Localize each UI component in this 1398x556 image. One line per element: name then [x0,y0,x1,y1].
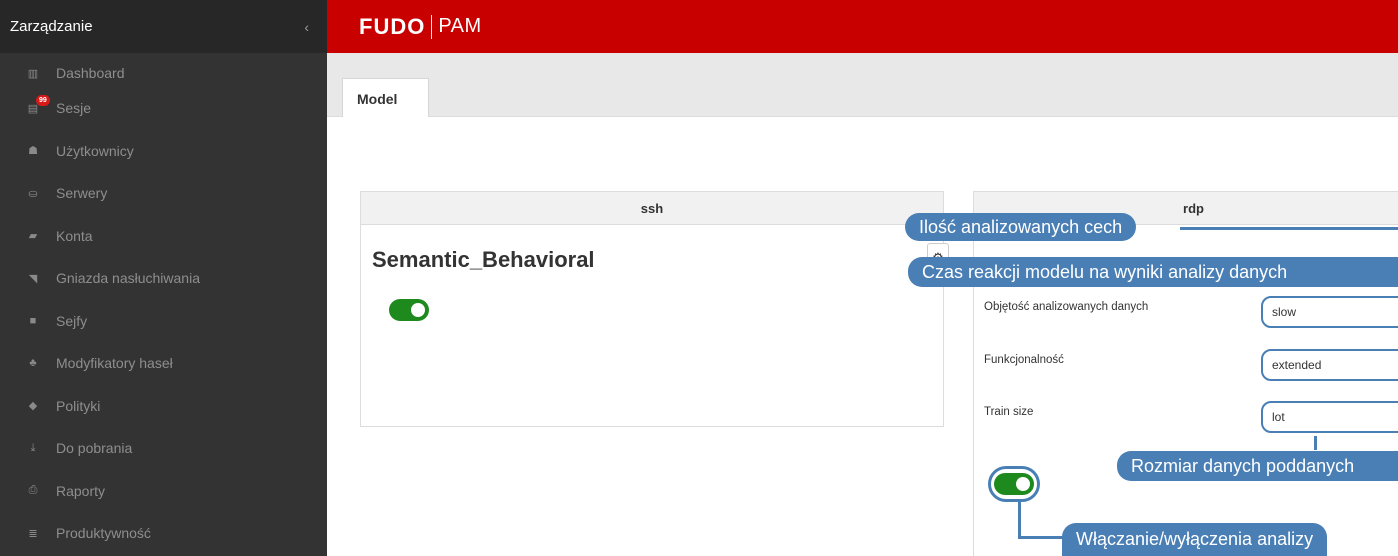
sidebar-item-label: Polityki [56,397,101,414]
sidebar-item-dashboard[interactable]: ▥ Dashboard [0,59,327,87]
book-icon: ▰ [28,230,38,243]
sessions-count-badge: 99 [36,95,50,106]
field-label-functionality: Funkcjonalność [984,354,1064,366]
sidebar-item-label: Serwery [56,185,108,202]
model-name: Semantic_Behavioral [372,247,595,272]
sidebar-item-label: Konta [56,227,93,244]
bar-chart-icon: ▥ [27,67,39,80]
sidebar-item-do-pobrania[interactable]: ⤓ Do pobrania [0,427,327,470]
sidebar-nav: ▥ Dashboard ▤ 99 Sesje ☗ Użytkownicy ⛀ S… [0,53,327,555]
sidebar-header: Zarządzanie ‹ [0,0,327,53]
callout-features: Ilość analizowanych cech [905,213,1137,241]
data-volume-select[interactable]: slow [1261,296,1398,328]
field-label-train-size: Train size [984,406,1034,418]
sidebar-item-produktywnosc[interactable]: ≣ Produktywność [0,512,327,555]
functionality-select[interactable]: extended [1261,349,1398,381]
shield-icon: ◆ [28,400,38,413]
logo-fudo[interactable]: FUDO [359,14,425,40]
callout-connector [1018,500,1021,538]
rdp-toggle-highlight [988,466,1040,502]
top-header: FUDO PAM [327,0,1398,53]
callout-connector [1180,227,1398,230]
sidebar-item-gniazda[interactable]: ◥ Gniazda nasłuchiwania [0,257,327,300]
sidebar-item-konta[interactable]: ▰ Konta [0,215,327,258]
sidebar-item-label: Dashboard [56,65,125,81]
sidebar-item-label: Produktywność [56,525,151,542]
list-icon: ≣ [28,527,38,540]
print-icon: ⎙ [28,484,38,497]
sidebar-item-sejfy[interactable]: ■ Sejfy [0,300,327,343]
safe-icon: ■ [29,314,37,327]
tab-model[interactable]: Model [342,78,429,118]
download-icon: ⤓ [30,441,36,454]
sidebar-item-label: Do pobrania [56,440,133,457]
sitemap-icon: ♣ [29,357,37,370]
sidebar-item-polityki[interactable]: ◆ Polityki [0,385,327,428]
logo-divider [431,14,433,39]
train-size-select[interactable]: lot [1261,401,1398,433]
sidebar-item-sesje[interactable]: ▤ 99 Sesje [0,87,327,130]
sidebar-item-label: Użytkownicy [56,142,134,159]
sidebar-item-label: Raporty [56,482,106,499]
callout-toggle: Włączanie/wyłączenia analizy [1062,523,1328,556]
ssh-panel: ssh Semantic_Behavioral ⚙ [360,191,949,427]
rss-icon: ◥ [28,272,38,285]
server-icon: ⛀ [28,187,38,200]
callout-train: Rozmiar danych poddanych [1117,451,1398,481]
ssh-enable-toggle[interactable] [389,299,429,321]
main-content: ssh Semantic_Behavioral ⚙ rdp Objętość a… [327,117,1398,556]
chevron-left-icon[interactable]: ‹ [304,19,309,35]
rdp-panel: rdp Objętość analizowanych danych slow F… [973,191,1398,556]
users-icon: ☗ [28,145,38,158]
tab-bar: Model [327,53,1398,118]
sidebar-title: Zarządzanie [10,18,93,35]
sidebar-item-label: Gniazda nasłuchiwania [56,270,200,287]
sidebar-item-label: Modyfikatory haseł [56,355,173,372]
sidebar-item-raporty[interactable]: ⎙ Raporty [0,470,327,513]
callout-reaction: Czas reakcji modelu na wyniki analizy da… [908,257,1398,287]
sidebar-item-label: Sesje [56,100,92,117]
logo-pam: PAM [438,15,482,37]
sidebar: Zarządzanie ‹ ▥ Dashboard ▤ 99 Sesje ☗ U… [0,0,327,556]
sidebar-item-serwery[interactable]: ⛀ Serwery [0,172,327,215]
sidebar-item-modyfikatory[interactable]: ♣ Modyfikatory haseł [0,342,327,385]
sidebar-item-uzytkownicy[interactable]: ☗ Użytkownicy [0,130,327,173]
sidebar-item-label: Sejfy [56,312,88,329]
rdp-enable-toggle[interactable] [994,473,1034,495]
callout-connector [1314,436,1317,450]
field-label-data-volume: Objętość analizowanych danych [984,301,1149,313]
ssh-panel-title: ssh [361,192,943,225]
